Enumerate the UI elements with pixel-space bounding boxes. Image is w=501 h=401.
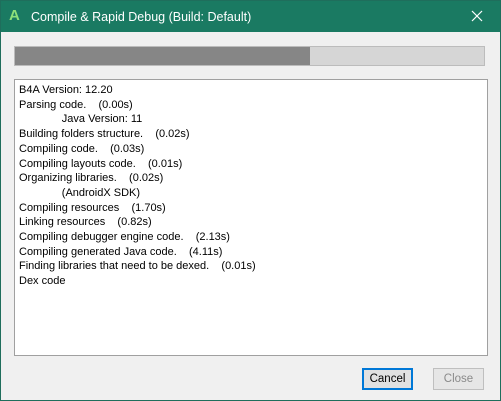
compile-progress-bar (14, 46, 485, 66)
title-bar[interactable]: A Compile & Rapid Debug (Build: Default) (1, 1, 500, 32)
log-line: Building folders structure. (0.02s) (19, 128, 190, 141)
log-line: Organizing libraries. (0.02s) (19, 172, 164, 185)
log-line: Compiling resources (1.70s) (19, 201, 166, 214)
close-button[interactable]: Close (433, 368, 484, 390)
progress-fill (15, 47, 310, 65)
log-line: Linking resources (0.82s) (19, 216, 152, 229)
compile-dialog: A Compile & Rapid Debug (Build: Default)… (0, 0, 501, 401)
window-title: Compile & Rapid Debug (Build: Default) (31, 10, 252, 24)
log-line: B4A Version: 12.20 (19, 84, 113, 96)
log-line: Finding libraries that need to be dexed.… (19, 260, 256, 273)
close-icon (471, 10, 483, 22)
log-line: Compiling code. (0.03s) (19, 142, 145, 155)
cancel-button[interactable]: Cancel (362, 368, 413, 390)
log-line: Parsing code. (0.00s) (19, 98, 133, 111)
b4a-logo-icon: A (9, 7, 20, 24)
log-line: Dex code (19, 275, 66, 288)
log-line: (AndroidX SDK) (19, 186, 141, 199)
close-window-button[interactable] (455, 1, 499, 32)
log-line: Java Version: 11 (19, 113, 143, 126)
log-line: Compiling debugger engine code. (2.13s) (19, 231, 230, 243)
log-line: Compiling layouts code. (0.01s) (19, 157, 183, 170)
compile-log[interactable]: B4A Version: 12.20 Parsing code. (0.00s) … (14, 79, 488, 356)
log-line: Compiling generated Java code. (4.11s) (19, 245, 223, 258)
